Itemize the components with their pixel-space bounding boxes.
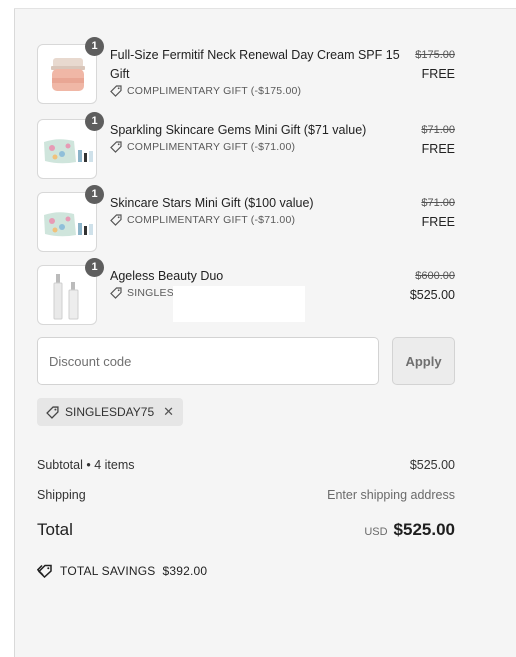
quantity-badge: 1 (85, 37, 104, 56)
item-name: Skincare Stars Mini Gift ($100 value) (110, 196, 314, 210)
item-price: FREE (421, 142, 455, 156)
quantity-badge: 1 (85, 112, 104, 131)
discount-tag: COMPLIMENTARY GIFT (-$71.00) (110, 141, 410, 153)
item-name: Ageless Beauty Duo (110, 269, 224, 283)
tag-icon (46, 405, 59, 419)
savings-value: $392.00 (162, 564, 208, 578)
discount-tag-label: COMPLIMENTARY GIFT (-$71.00) (127, 141, 296, 153)
tag-icon (110, 214, 122, 226)
apply-discount-button[interactable]: Apply (392, 337, 455, 385)
applied-code-label: SINGLESDAY75 (65, 405, 155, 419)
savings-label: TOTAL SAVINGS (60, 564, 156, 578)
original-price: $175.00 (415, 49, 455, 61)
shipping-row: Shipping Enter shipping address (37, 488, 455, 502)
total-label: Total (37, 520, 73, 539)
total-row: Total USD $525.00 (37, 520, 455, 540)
line-item: 1 Sparkling Skincare Gems Mini Gift ($71… (37, 112, 455, 181)
original-price: $71.00 (421, 124, 455, 136)
tag-icon (110, 85, 122, 97)
line-item: 1 Ageless Beauty Duo SINGLESDAY75 (-$75.… (37, 258, 455, 327)
savings-tag-icon (37, 564, 52, 578)
item-price: FREE (421, 67, 455, 81)
product-image-cosmetic-pouch: 1 (37, 112, 104, 179)
shipping-label: Shipping (37, 488, 86, 502)
total-savings: TOTAL SAVINGS $392.00 (37, 564, 207, 578)
discount-tag: COMPLIMENTARY GIFT (-$71.00) (110, 214, 410, 226)
item-name: Sparkling Skincare Gems Mini Gift ($71 v… (110, 123, 367, 137)
remove-discount-icon[interactable]: ✕ (163, 404, 174, 420)
discount-tag-label: COMPLIMENTARY GIFT (-$71.00) (127, 214, 296, 226)
tag-icon (110, 287, 122, 299)
currency-code: USD (364, 526, 388, 538)
discount-tag-label: COMPLIMENTARY GIFT (-$175.00) (127, 85, 302, 97)
line-item: 1 Skincare Stars Mini Gift ($100 value) … (37, 185, 455, 254)
item-name: Full-Size Fermitif Neck Renewal Day Crea… (110, 48, 400, 81)
product-image-cream-jar: 1 (37, 37, 104, 104)
top-divider (14, 0, 516, 9)
total-amount: $525.00 (393, 520, 455, 539)
shipping-value: Enter shipping address (327, 488, 455, 502)
tag-icon (110, 141, 122, 153)
original-price: $71.00 (421, 197, 455, 209)
product-image-serum-bottles: 1 (37, 258, 104, 325)
original-price: $600.00 (415, 270, 455, 282)
product-image-cosmetic-pouch: 1 (37, 185, 104, 252)
subtotal-row: Subtotal • 4 items $525.00 (37, 458, 455, 472)
applied-discount-chip: SINGLESDAY75 ✕ (37, 398, 184, 426)
redaction-overlay (173, 286, 305, 322)
quantity-badge: 1 (85, 258, 104, 277)
quantity-badge: 1 (85, 185, 104, 204)
subtotal-value: $525.00 (409, 458, 455, 472)
item-price: $525.00 (409, 288, 455, 302)
line-item: 1 Full-Size Fermitif Neck Renewal Day Cr… (37, 37, 455, 106)
order-summary-panel (14, 9, 516, 657)
item-price: FREE (421, 215, 455, 229)
discount-code-input[interactable] (37, 337, 379, 385)
subtotal-label: Subtotal • 4 items (37, 458, 135, 472)
discount-tag: COMPLIMENTARY GIFT (-$175.00) (110, 85, 410, 97)
